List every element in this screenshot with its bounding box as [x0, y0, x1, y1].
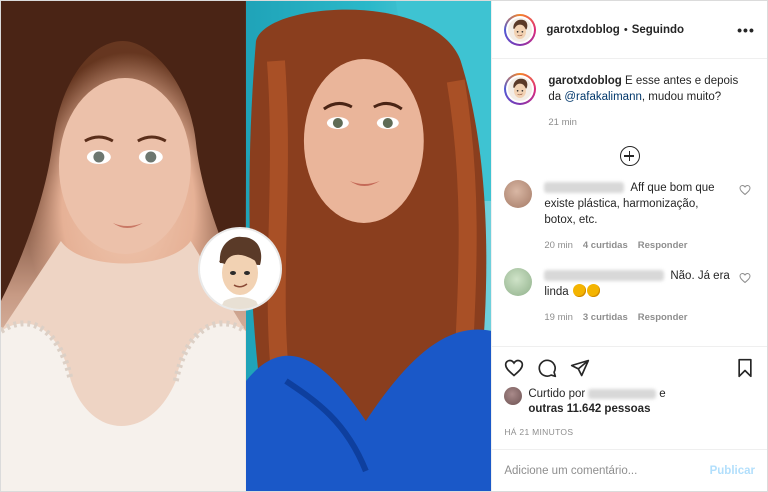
blurred-username [544, 270, 665, 282]
after-photo [245, 1, 492, 491]
post-side-panel: garotxdoblog • Seguindo ••• garotxdoblog… [491, 1, 767, 491]
comment-time[interactable]: 20 min [544, 238, 573, 254]
comment-avatar[interactable] [504, 268, 533, 296]
load-more-comments [504, 146, 755, 166]
likes-summary: Curtido por e outras 11.642 pessoas [504, 387, 755, 417]
clapping-emoji-icon [586, 284, 600, 297]
comment-likes[interactable]: 4 curtidas [583, 238, 628, 254]
liker-avatar[interactable] [504, 387, 523, 405]
post-header: garotxdoblog • Seguindo ••• [492, 1, 767, 59]
separator-dot: • [623, 23, 628, 36]
caption-mention[interactable]: @rafakalimann [564, 91, 642, 103]
comment-likes[interactable]: 3 curtidas [583, 310, 628, 326]
post-media[interactable] [1, 1, 492, 491]
likes-count[interactable]: outras 11.642 pessoas [528, 403, 650, 415]
author-avatar[interactable] [504, 13, 537, 46]
share-icon[interactable] [570, 358, 590, 378]
blurred-liker-name[interactable] [588, 388, 657, 399]
more-options-icon[interactable]: ••• [737, 22, 755, 38]
comments-section[interactable]: garotxdoblog E esse antes e depois da @r… [492, 59, 767, 346]
caption-username[interactable]: garotxdoblog [548, 75, 621, 87]
caption-body-end: , mudou muito? [641, 91, 722, 103]
comment-item: Não. Já era linda 19 min 3 curtidas Resp… [504, 268, 755, 326]
likes-connector: e [659, 388, 666, 400]
caption-text: garotxdoblog E esse antes e depois da @r… [548, 73, 748, 105]
caption-avatar[interactable] [504, 73, 537, 105]
comment-item: Aff que bom que existe plástica, harmoni… [504, 180, 755, 254]
comment-icon[interactable] [537, 358, 557, 378]
bookmark-icon[interactable] [735, 358, 755, 378]
blurred-username [544, 182, 625, 194]
reply-button[interactable]: Responder [638, 238, 688, 254]
post-timestamp[interactable]: HÁ 21 MINUTOS [504, 427, 755, 437]
comment-avatar[interactable] [504, 180, 533, 208]
heart-icon[interactable] [504, 358, 524, 378]
caption: garotxdoblog E esse antes e depois da @r… [504, 73, 755, 105]
clapping-emoji-icon [572, 284, 586, 297]
liked-by-label: Curtido por [528, 388, 586, 400]
post-actions: Curtido por e outras 11.642 pessoas HÁ 21… [492, 346, 767, 437]
author-username[interactable]: garotxdoblog [546, 24, 619, 36]
comment-input[interactable] [504, 464, 710, 477]
comment-composer: Publicar [492, 449, 767, 491]
instagram-post: garotxdoblog • Seguindo ••• garotxdoblog… [0, 0, 768, 492]
comment-time[interactable]: 19 min [544, 310, 573, 326]
publish-button[interactable]: Publicar [710, 465, 755, 477]
comment-heart-icon[interactable] [739, 272, 751, 284]
plus-circle-icon[interactable] [619, 146, 640, 166]
overlay-avatar [200, 229, 280, 309]
comment-heart-icon[interactable] [739, 184, 751, 196]
reply-button[interactable]: Responder [638, 310, 688, 326]
following-button[interactable]: Seguindo [632, 24, 684, 36]
caption-time[interactable]: 21 min [548, 117, 755, 128]
